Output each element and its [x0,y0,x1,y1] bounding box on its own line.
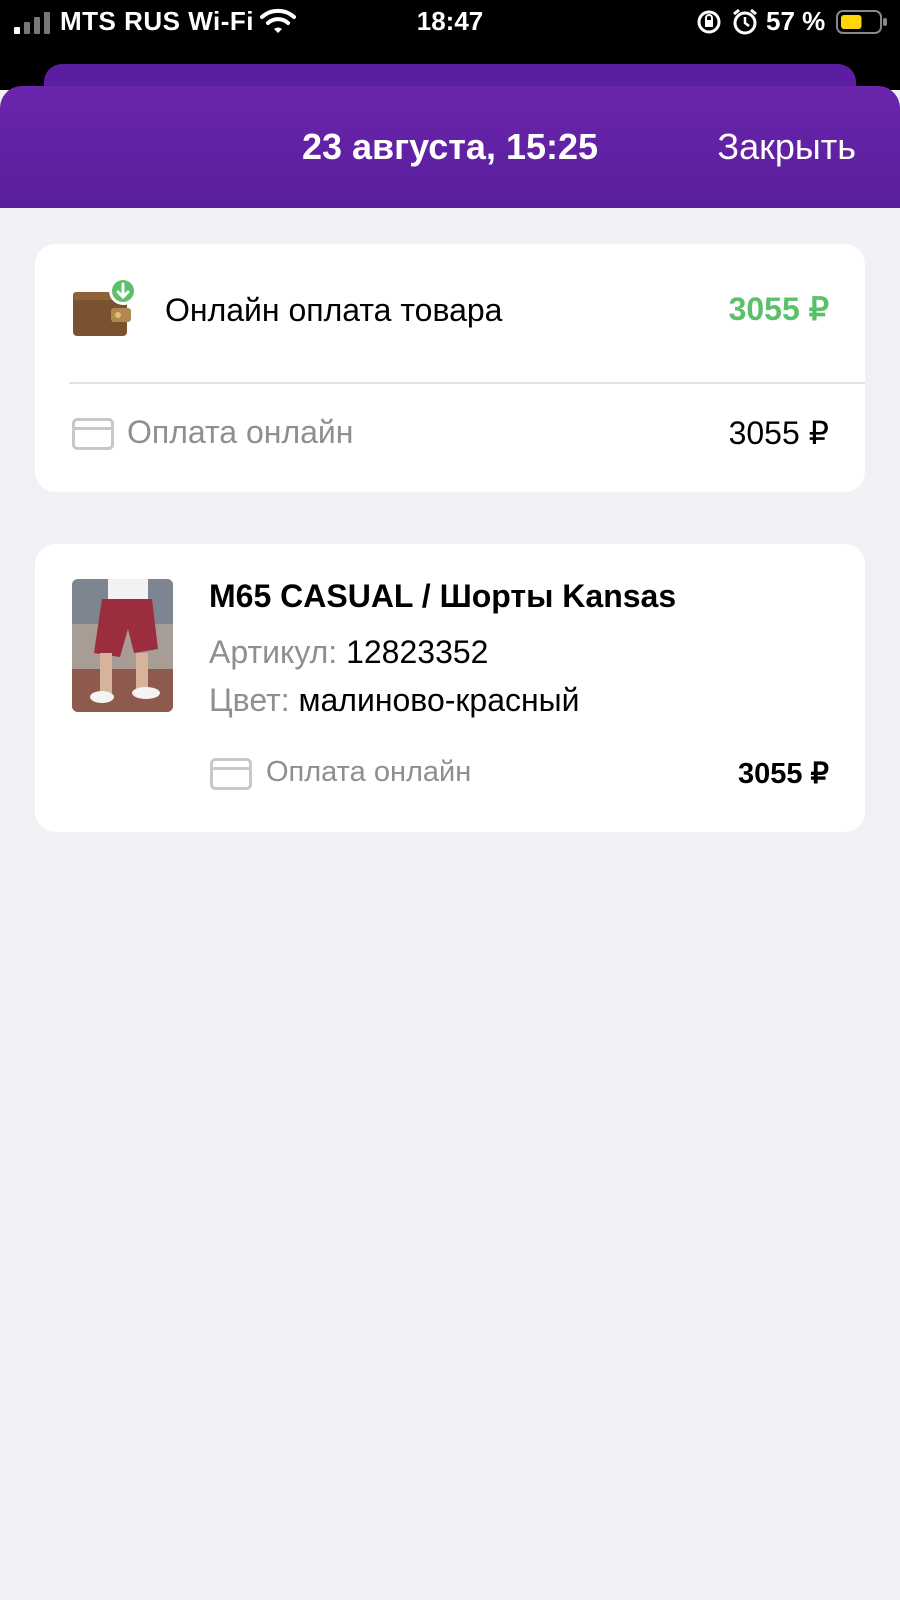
color-label: Цвет: [209,682,290,718]
item-price: 3055 ₽ [737,758,829,790]
modal-header: 23 августа, 15:25 Закрыть [0,86,900,208]
summary-title: Онлайн оплата товара [165,292,503,328]
battery-percent: 57 % [766,6,826,36]
payment-amount: 3055 ₽ [728,415,829,451]
product-color: Цвет: малиново-красный [209,682,580,719]
battery-icon [836,10,887,34]
divider [69,382,865,384]
clock: 18:47 [416,6,484,36]
product-image[interactable] [72,579,173,712]
payment-method-label: Оплата онлайн [127,414,354,450]
wallet-icon [73,277,137,336]
product-card: M65 CASUAL / Шорты Kansas Артикул: 12823… [35,544,865,832]
product-title: M65 CASUAL / Шорты Kansas [209,578,677,614]
article-value: 12823352 [346,634,489,670]
alarm-icon [733,8,757,35]
credit-card-icon [72,418,114,450]
rotation-lock-icon [697,10,721,34]
item-payment-method: Оплата онлайн [266,756,472,788]
credit-card-icon [210,758,252,790]
color-value: малиново-красный [298,682,580,718]
close-button[interactable]: Закрыть [717,126,856,168]
summary-total: 3055 ₽ [728,291,829,327]
payment-summary-card: Онлайн оплата товара 3055 ₽ Оплата онлай… [35,244,865,492]
article-label: Артикул: [209,634,338,670]
product-article: Артикул: 12823352 [209,634,488,671]
